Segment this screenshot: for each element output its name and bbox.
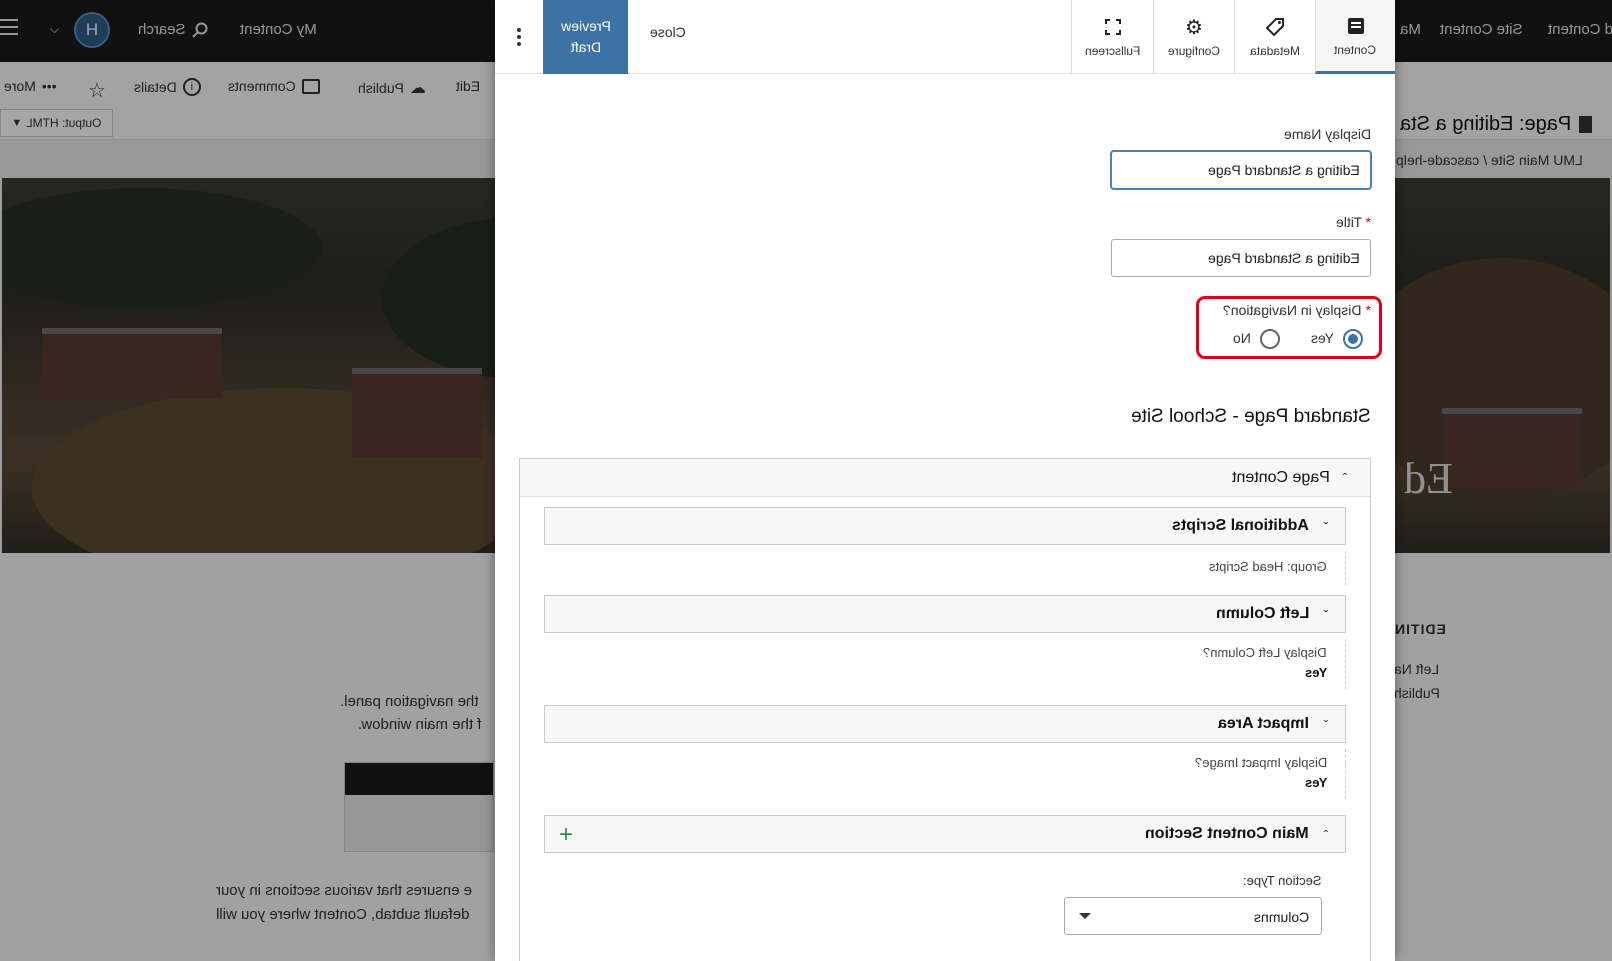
page-title: Page: Editing a Sta [1400,113,1593,136]
nav-link-content[interactable]: d Content [1548,21,1612,38]
page-content-header[interactable]: Page Content ˆ [520,459,1370,497]
edit-modal: Preview Draft Close Fullscreen ⚙ Configu… [495,0,1395,961]
avatar[interactable]: H [74,12,110,48]
group-title: Additional Scripts [1172,517,1309,534]
hero-title: Ed [1404,454,1453,503]
page-content-panel: Page Content ˆ Additional Scripts ˇ Grou… [519,458,1371,961]
chevron-down-icon[interactable]: ⌵ [50,22,59,37]
search-button[interactable]: Search [138,21,208,38]
side-heading: EDITIN [1394,621,1446,637]
modal-header: Preview Draft Close Fullscreen ⚙ Configu… [495,0,1395,74]
add-section-button[interactable]: + [559,823,573,847]
group-title: Impact Area [1218,715,1309,732]
comments-button[interactable]: Comments [228,78,320,94]
info-icon: i [182,78,201,96]
tag-icon [1264,16,1286,38]
nav-yes-label[interactable]: Yes [1311,330,1334,346]
dropdown-caret-icon [1079,913,1091,919]
comment-icon [301,78,320,94]
group-title: Main Content Section [1145,825,1309,842]
star-icon: ☆ [88,80,106,102]
side-line: Left Na [1394,661,1440,677]
left-column-header[interactable]: Left Column ˇ [544,595,1346,633]
chevron-down-icon: ˇ [1323,519,1329,535]
tab-configure[interactable]: ⚙ Configure [1153,0,1234,74]
display-name-label: Display Name [1283,126,1371,142]
nav-no-radio[interactable] [1260,329,1280,349]
section-type-select[interactable]: Columns [1064,897,1322,935]
search-icon [191,22,208,38]
impact-area-body: Display Impact Image? Yes [746,749,1346,799]
gear-icon: ⚙ [1185,16,1203,39]
preview-draft-button[interactable]: Preview Draft [543,0,628,74]
more-options-icon[interactable] [509,24,529,50]
my-content-link[interactable]: My Content [240,21,317,38]
display-left-column-value: Yes [1304,665,1327,680]
title-label: Title * [1335,214,1371,230]
cloud-icon: ☁ [409,80,426,97]
left-column-body: Display Left Column? Yes [746,639,1346,689]
nav-yes-radio[interactable] [1343,329,1363,349]
modal-body: Display Name Editing a Standard Page Tit… [495,74,1395,961]
chevron-up-icon: ˆ [1323,827,1329,843]
tab-content[interactable]: Content [1315,0,1395,74]
favorite-button[interactable]: ☆ [88,78,106,103]
chevron-down-icon: ˇ [1323,607,1329,623]
additional-scripts-header[interactable]: Additional Scripts ˇ [544,507,1346,545]
section-type-value: Columns [1253,909,1309,925]
page-icon [1579,116,1593,133]
section-type-label: Section Type: [1243,873,1322,888]
chevron-up-icon: ˆ [1342,470,1348,486]
display-name-input[interactable]: Editing a Standard Page [1111,151,1371,189]
section-title: Standard Page - School Site [1131,406,1371,427]
group-label: Group: Head Scripts [1209,559,1327,574]
side-line: Publish [1394,685,1440,701]
display-impact-image-label: Display Impact Image? [1194,755,1327,770]
screenshot-thumbnail [344,762,494,852]
more-button[interactable]: More ••• [4,78,57,94]
display-impact-image-value: Yes [1304,775,1327,790]
body-text: default subtab, Content where you will [216,906,470,923]
additional-scripts-body: Group: Head Scripts [746,551,1346,585]
display-in-navigation-label: Display in Navigation? * [1223,302,1371,318]
body-text: the navigation panel. [340,693,479,710]
title-input[interactable]: Editing a Standard Page [1111,239,1371,277]
chevron-down-icon: ▼ [11,117,23,129]
output-select[interactable]: ▼ Output: HTML [0,109,113,137]
fullscreen-icon [1102,16,1124,38]
publish-button[interactable]: Publish ☁ [358,78,426,98]
details-button[interactable]: Details i [134,78,201,96]
body-text: e ensures that various sections in your [216,882,472,899]
hamburger-menu-icon[interactable] [0,19,18,35]
tab-metadata[interactable]: Metadata [1234,0,1315,74]
impact-area-header[interactable]: Impact Area ˇ [544,705,1346,743]
more-dots-icon: ••• [41,78,57,94]
nav-no-label[interactable]: No [1233,330,1251,346]
document-icon [1345,15,1367,37]
body-text: f the main window. [358,716,482,733]
display-left-column-label: Display Left Column? [1203,645,1327,660]
close-button[interactable]: Close [650,24,686,40]
group-title: Left Column [1215,605,1309,622]
main-content-section-header[interactable]: + Main Content Section ˆ [544,815,1346,853]
page-content-title: Page Content [1232,469,1330,486]
chevron-down-icon: ˇ [1323,717,1329,733]
breadcrumb[interactable]: LMU Main Site / cascade-help [1396,152,1583,168]
nav-link-main[interactable]: Ma [1400,21,1421,38]
nav-link-site-content[interactable]: Site Content [1440,21,1523,38]
tab-fullscreen[interactable]: Fullscreen [1071,0,1153,74]
edit-button[interactable]: Edit [456,78,480,94]
